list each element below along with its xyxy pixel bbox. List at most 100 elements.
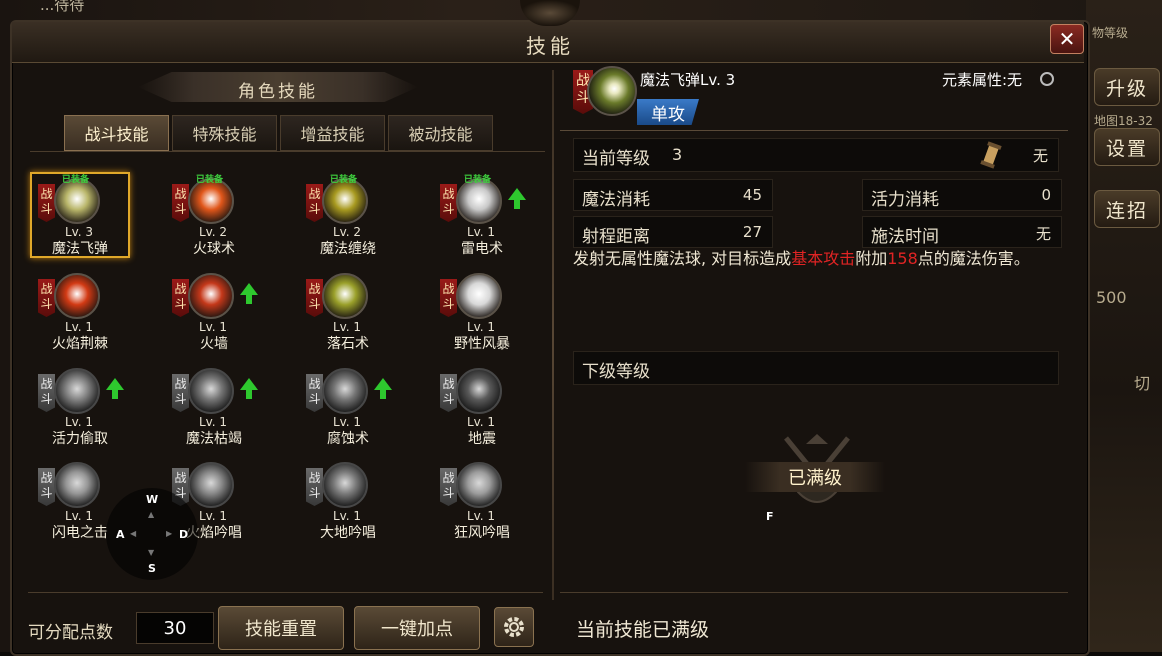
skill-slot[interactable]: 战斗 已装备 Lv. 2 魔法缠绕 bbox=[298, 172, 408, 262]
tab-special-skills[interactable]: 特殊技能 bbox=[172, 115, 277, 151]
skill-name: 活力偷取 bbox=[52, 431, 108, 447]
range-row: 射程距离 27 bbox=[573, 216, 773, 248]
points-label: 可分配点数 bbox=[28, 623, 113, 643]
combat-badge: 战斗 bbox=[172, 279, 189, 317]
upgrade-arrow-icon bbox=[106, 378, 124, 399]
joystick-right-arrow-icon: ▶ bbox=[166, 529, 173, 538]
skill-name: 落石术 bbox=[327, 336, 369, 352]
skill-slot[interactable]: 战斗 Lv. 1 野性风暴 bbox=[432, 267, 542, 357]
window-title: 技能 bbox=[526, 34, 574, 58]
skill-settings-button[interactable] bbox=[494, 607, 534, 647]
skill-level: Lv. 1 bbox=[198, 415, 228, 429]
max-level-label: 已满级 bbox=[745, 462, 885, 492]
skill-icon bbox=[54, 178, 100, 224]
close-button[interactable]: ✕ bbox=[1050, 24, 1084, 54]
skill-level: Lv. 1 bbox=[64, 509, 94, 523]
current-level-label: 当前等级 bbox=[582, 149, 650, 169]
current-level-row: 当前等级 3 无 bbox=[573, 138, 1059, 172]
mana-cost-row: 魔法消耗 45 bbox=[573, 179, 773, 211]
right-footer-divider bbox=[560, 592, 1068, 593]
key-hint-f: F bbox=[766, 510, 774, 523]
combat-badge: 战斗 bbox=[440, 374, 457, 412]
skill-name: 火球术 bbox=[193, 241, 235, 257]
auto-assign-button[interactable]: 一键加点 bbox=[354, 606, 480, 650]
skill-icon bbox=[456, 462, 502, 508]
combat-badge: 战斗 bbox=[38, 279, 55, 317]
joystick-down-arrow-icon: ▼ bbox=[148, 548, 155, 557]
desc-highlight-basic-attack: 基本攻击 bbox=[791, 249, 856, 268]
max-level-status: 当前技能已满级 bbox=[576, 619, 710, 641]
skill-name: 狂风吟唱 bbox=[454, 525, 510, 541]
skill-slot[interactable]: 战斗 Lv. 1 火墙 bbox=[164, 267, 274, 357]
tab-underline bbox=[30, 151, 545, 152]
skill-name: 魔法飞弹 bbox=[52, 241, 108, 257]
side-switch-text: 切 bbox=[1134, 374, 1151, 393]
range-value: 27 bbox=[742, 223, 762, 241]
upgrade-button[interactable]: 升级 bbox=[1094, 68, 1160, 106]
tab-buff-skills[interactable]: 增益技能 bbox=[280, 115, 385, 151]
panel-divider bbox=[552, 70, 554, 600]
range-label: 射程距离 bbox=[582, 227, 650, 247]
skill-name: 火焰荆棘 bbox=[52, 336, 108, 352]
gear-icon bbox=[504, 617, 524, 637]
reset-skills-button[interactable]: 技能重置 bbox=[218, 606, 344, 650]
upgrade-arrow-icon bbox=[508, 188, 526, 209]
equipped-tag: 已装备 bbox=[330, 175, 358, 185]
desc-text-1: 发射无属性魔法球, 对目标造成 bbox=[573, 249, 792, 268]
vigor-cost-value: 0 bbox=[1041, 186, 1051, 204]
combat-badge: 战斗 bbox=[440, 468, 457, 506]
skill-slot[interactable]: 战斗 Lv. 1 大地吟唱 bbox=[298, 456, 408, 546]
skill-name: 火墙 bbox=[200, 336, 228, 352]
skill-slot[interactable]: 战斗 已装备 Lv. 1 雷电术 bbox=[432, 172, 542, 262]
skill-level: Lv. 1 bbox=[466, 225, 496, 239]
current-level-value: 3 bbox=[672, 145, 683, 164]
skill-slot[interactable]: 战斗 Lv. 1 地震 bbox=[432, 362, 542, 452]
skill-slot[interactable]: 战斗 Lv. 1 狂风吟唱 bbox=[432, 456, 542, 546]
background-text: ...待待 bbox=[40, 0, 85, 14]
skill-name: 地震 bbox=[468, 431, 496, 447]
skill-icon bbox=[188, 462, 234, 508]
element-circle-icon bbox=[1040, 72, 1054, 86]
side-map-text: 地图18-32 bbox=[1094, 114, 1153, 128]
magic-missile-icon bbox=[587, 66, 637, 116]
upgrade-arrow-icon bbox=[240, 378, 258, 399]
target-type-tag: 单攻 bbox=[637, 99, 699, 125]
equipped-tag: 已装备 bbox=[196, 175, 224, 185]
section-title: 角色技能 bbox=[238, 82, 318, 102]
skill-slot[interactable]: 战斗 Lv. 1 火焰荆棘 bbox=[30, 267, 140, 357]
skill-slot[interactable]: 战斗 Lv. 1 活力偷取 bbox=[30, 362, 140, 452]
skill-description: 发射无属性魔法球, 对目标造成基本攻击附加158点的魔法伤害。 bbox=[573, 247, 1063, 270]
vigor-cost-label: 活力消耗 bbox=[871, 190, 939, 210]
skill-icon bbox=[188, 368, 234, 414]
combo-button[interactable]: 连招 bbox=[1094, 190, 1160, 228]
upgrade-arrow-icon bbox=[374, 378, 392, 399]
vigor-cost-row: 活力消耗 0 bbox=[862, 179, 1062, 211]
tab-combat-skills[interactable]: 战斗技能 bbox=[64, 115, 169, 151]
skill-slot[interactable]: 战斗 Lv. 1 腐蚀术 bbox=[298, 362, 408, 452]
skill-name: 腐蚀术 bbox=[327, 431, 369, 447]
skill-level: Lv. 1 bbox=[332, 320, 362, 334]
cast-time-row: 施法时间 无 bbox=[862, 216, 1062, 248]
skill-slot[interactable]: 战斗 Lv. 1 魔法枯竭 bbox=[164, 362, 274, 452]
next-level-header: 下级等级 bbox=[573, 351, 1059, 385]
skill-slot[interactable]: 战斗 已装备 Lv. 3 魔法飞弹 bbox=[30, 172, 140, 262]
settings-side-button[interactable]: 设置 bbox=[1094, 128, 1160, 166]
skill-slot[interactable]: 战斗 Lv. 1 落石术 bbox=[298, 267, 408, 357]
skill-level: Lv. 1 bbox=[332, 415, 362, 429]
skill-level: Lv. 1 bbox=[198, 320, 228, 334]
skill-level: Lv. 1 bbox=[466, 320, 496, 334]
combat-badge: 战斗 bbox=[306, 279, 323, 317]
joystick-key-s: S bbox=[148, 562, 156, 575]
skill-slot[interactable]: 战斗 已装备 Lv. 2 火球术 bbox=[164, 172, 274, 262]
item-value: 无 bbox=[1032, 147, 1048, 165]
desc-text-3: 点的魔法伤害。 bbox=[917, 249, 1030, 268]
skill-name: 魔法枯竭 bbox=[186, 431, 242, 447]
equipped-tag: 已装备 bbox=[464, 175, 492, 185]
combat-badge: 战斗 bbox=[440, 184, 457, 222]
cast-time-label: 施法时间 bbox=[871, 227, 939, 247]
tab-passive-skills[interactable]: 被动技能 bbox=[388, 115, 493, 151]
joystick-key-a: A bbox=[116, 528, 125, 541]
skill-level: Lv. 1 bbox=[332, 509, 362, 523]
mana-cost-value: 45 bbox=[742, 186, 762, 204]
points-value: 30 bbox=[136, 612, 214, 644]
